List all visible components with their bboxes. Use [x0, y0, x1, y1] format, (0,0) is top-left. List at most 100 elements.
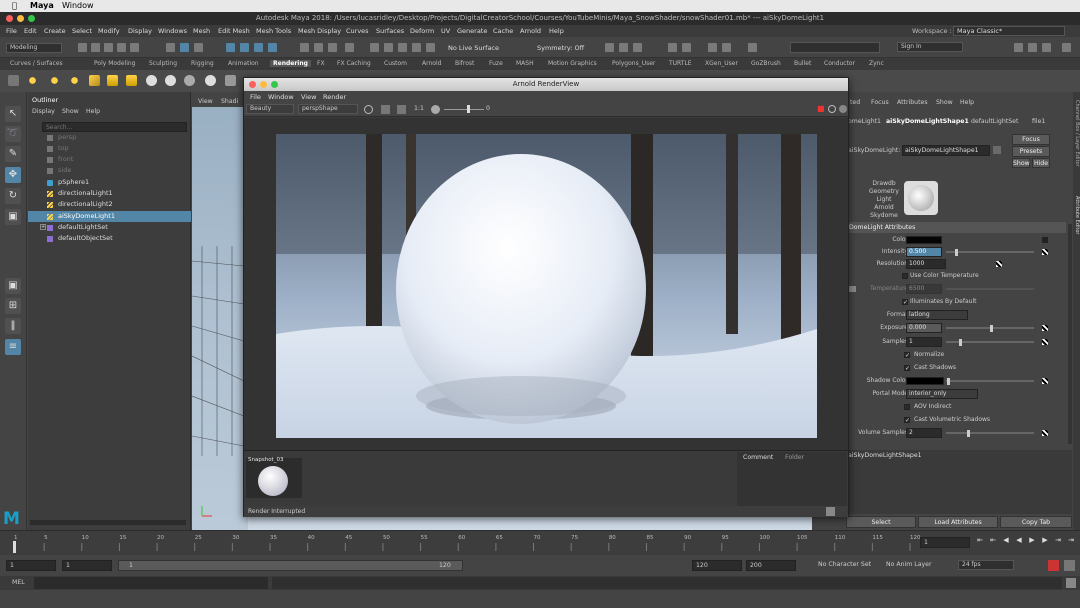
ae-color-swatch[interactable]	[906, 236, 942, 244]
layout-two-icon[interactable]: ‖	[5, 318, 21, 334]
end-frame-field[interactable]: 200	[746, 560, 796, 571]
shelf-tab[interactable]: Curves / Surfaces	[10, 60, 63, 67]
shader-sphere-icon[interactable]	[205, 75, 216, 86]
menu-windows[interactable]: Windows	[158, 27, 187, 35]
ae-section-domelight[interactable]: DomeLight Attributes	[846, 222, 1066, 233]
rv-menu-file[interactable]: File	[250, 93, 261, 101]
input-ops-icon[interactable]	[398, 43, 407, 52]
volume-light-icon[interactable]	[126, 75, 137, 86]
ae-intensity-knob[interactable]	[955, 249, 958, 256]
ae-tab-lightset[interactable]: defaultLightSet	[971, 118, 1018, 125]
rv-color-icon[interactable]	[364, 105, 373, 114]
shelf-tab[interactable]: TURTLE	[669, 60, 692, 67]
sign-in-dropdown[interactable]: Sign In	[897, 42, 963, 52]
shader-sphere-icon[interactable]	[146, 75, 157, 86]
panel-toggle-icon[interactable]	[1062, 43, 1071, 52]
shelf-tab[interactable]: XGen_User	[705, 60, 738, 67]
ae-goto-icon[interactable]	[993, 146, 1001, 154]
menu-generate[interactable]: Generate	[457, 27, 487, 35]
move-tool-icon[interactable]: ✥	[5, 167, 21, 183]
hypershade-icon[interactable]	[682, 43, 691, 52]
select-object-icon[interactable]	[180, 43, 189, 52]
mac-window-menu[interactable]: Window	[62, 1, 94, 10]
outliner-item-directionallight2[interactable]: directionalLight2	[28, 199, 191, 210]
anim-prefs-icon[interactable]	[1064, 560, 1075, 571]
renderview-title-bar[interactable]: Arnold RenderView	[244, 78, 848, 91]
ae-aov-indirect-checkbox[interactable]	[904, 404, 910, 410]
expand-icon[interactable]: +	[40, 224, 46, 230]
outliner-search-input[interactable]	[42, 122, 187, 132]
renderview-close-button[interactable]	[249, 81, 256, 88]
menu-curves[interactable]: Curves	[346, 27, 369, 35]
select-mask-icon[interactable]	[240, 43, 249, 52]
ae-map-button[interactable]	[1042, 430, 1048, 436]
pause-viewport-icon[interactable]	[748, 43, 757, 52]
viewport-menu-view[interactable]: View	[198, 98, 213, 105]
script-editor-icon[interactable]	[1066, 578, 1076, 588]
rv-region-icon[interactable]	[381, 105, 390, 114]
input-ops-icon[interactable]	[370, 43, 379, 52]
menu-set-dropdown[interactable]: Modeling	[6, 43, 62, 53]
ae-node-name-field[interactable]: aiSkyDomeLightShape1	[902, 145, 990, 156]
ae-samples-field[interactable]: 1	[906, 337, 942, 347]
ae-tab-file1[interactable]: file1	[1032, 118, 1045, 125]
ae-use-color-temp-checkbox[interactable]	[902, 273, 908, 279]
rv-menu-render[interactable]: Render	[323, 93, 346, 101]
snap-point-icon[interactable]	[328, 43, 337, 52]
layout-persp-outliner-icon[interactable]: ≡	[5, 339, 21, 355]
rv-stop-icon[interactable]: ■	[817, 105, 825, 113]
ae-map-button[interactable]	[1042, 249, 1048, 255]
outliner-item-top[interactable]: top	[28, 143, 191, 154]
shelf-tab[interactable]: MASH	[516, 60, 534, 67]
ae-menu-focus[interactable]: Focus	[871, 99, 889, 106]
shelf-gear-icon[interactable]	[8, 75, 19, 86]
side-tab-channel-box[interactable]: Channel Box / Layer Editor	[1073, 100, 1080, 190]
outliner-item-defaultobjectset[interactable]: defaultObjectSet	[28, 233, 191, 244]
ambient-light-icon[interactable]	[27, 75, 38, 86]
name-field[interactable]	[790, 42, 880, 53]
ae-shadow-color-swatch[interactable]	[906, 377, 944, 385]
outliner-scrollbar[interactable]	[30, 520, 186, 525]
rv-snapshot-icon[interactable]	[826, 507, 835, 516]
ae-tab-light-transform[interactable]: omeLight1	[848, 118, 881, 125]
shelf-tab-active[interactable]: Rendering	[270, 60, 311, 67]
ae-presets-button[interactable]: Presets	[1012, 146, 1050, 157]
rv-camera-dropdown[interactable]: perspShape	[298, 104, 358, 114]
menu-help[interactable]: Help	[549, 27, 564, 35]
anim-layer-label[interactable]: No Anim Layer	[886, 561, 932, 568]
ae-shadow-color-slider[interactable]	[946, 380, 1034, 382]
select-mask-icon[interactable]	[254, 43, 263, 52]
snap-grid-icon[interactable]	[300, 43, 309, 52]
outliner-menu-display[interactable]: Display	[32, 108, 55, 115]
renderview-maximize-button[interactable]	[271, 81, 278, 88]
ae-menu-show[interactable]: Show	[936, 99, 953, 106]
point-light-icon[interactable]	[69, 75, 80, 86]
ae-menu-attributes[interactable]: Attributes	[897, 99, 928, 106]
scale-tool-icon[interactable]: ▣	[5, 209, 21, 225]
rv-menu-view[interactable]: View	[301, 93, 316, 101]
save-scene-icon[interactable]	[104, 43, 113, 52]
select-tool-icon[interactable]: ↖	[5, 106, 21, 122]
ae-exposure-field[interactable]: 0.000	[906, 323, 942, 333]
outliner-item-psphere1[interactable]: pSphere1	[28, 177, 191, 188]
menu-edit[interactable]: Edit	[24, 27, 37, 35]
menu-mesh-display[interactable]: Mesh Display	[298, 27, 341, 35]
rotate-tool-icon[interactable]: ↻	[5, 188, 21, 204]
ae-intensity-field[interactable]: 0.500	[906, 247, 942, 257]
play-forwards-icon[interactable]: ▶	[1027, 535, 1037, 545]
ae-cast-shadows-checkbox[interactable]: ✓	[904, 365, 910, 372]
shelf-tab[interactable]: Zync	[869, 60, 884, 67]
ae-map-button[interactable]	[996, 261, 1002, 267]
ae-focus-button[interactable]: Focus	[1012, 134, 1050, 145]
workspace-dropdown[interactable]: Maya Classic*	[953, 26, 1065, 36]
shelf-tab[interactable]: Sculpting	[149, 60, 177, 67]
menu-create[interactable]: Create	[44, 27, 66, 35]
shelf-tab[interactable]: Motion Graphics	[548, 60, 597, 67]
rv-aov-dropdown[interactable]: Beauty	[246, 104, 294, 114]
panel-toggle-icon[interactable]	[1028, 43, 1037, 52]
side-tab-attribute-editor[interactable]: Attribute Editor	[1073, 196, 1080, 256]
area-light-icon[interactable]	[107, 75, 118, 86]
apple-icon[interactable]: 	[12, 1, 17, 10]
range-slider[interactable]: 1 120	[118, 560, 463, 571]
menu-mesh[interactable]: Mesh	[193, 27, 210, 35]
